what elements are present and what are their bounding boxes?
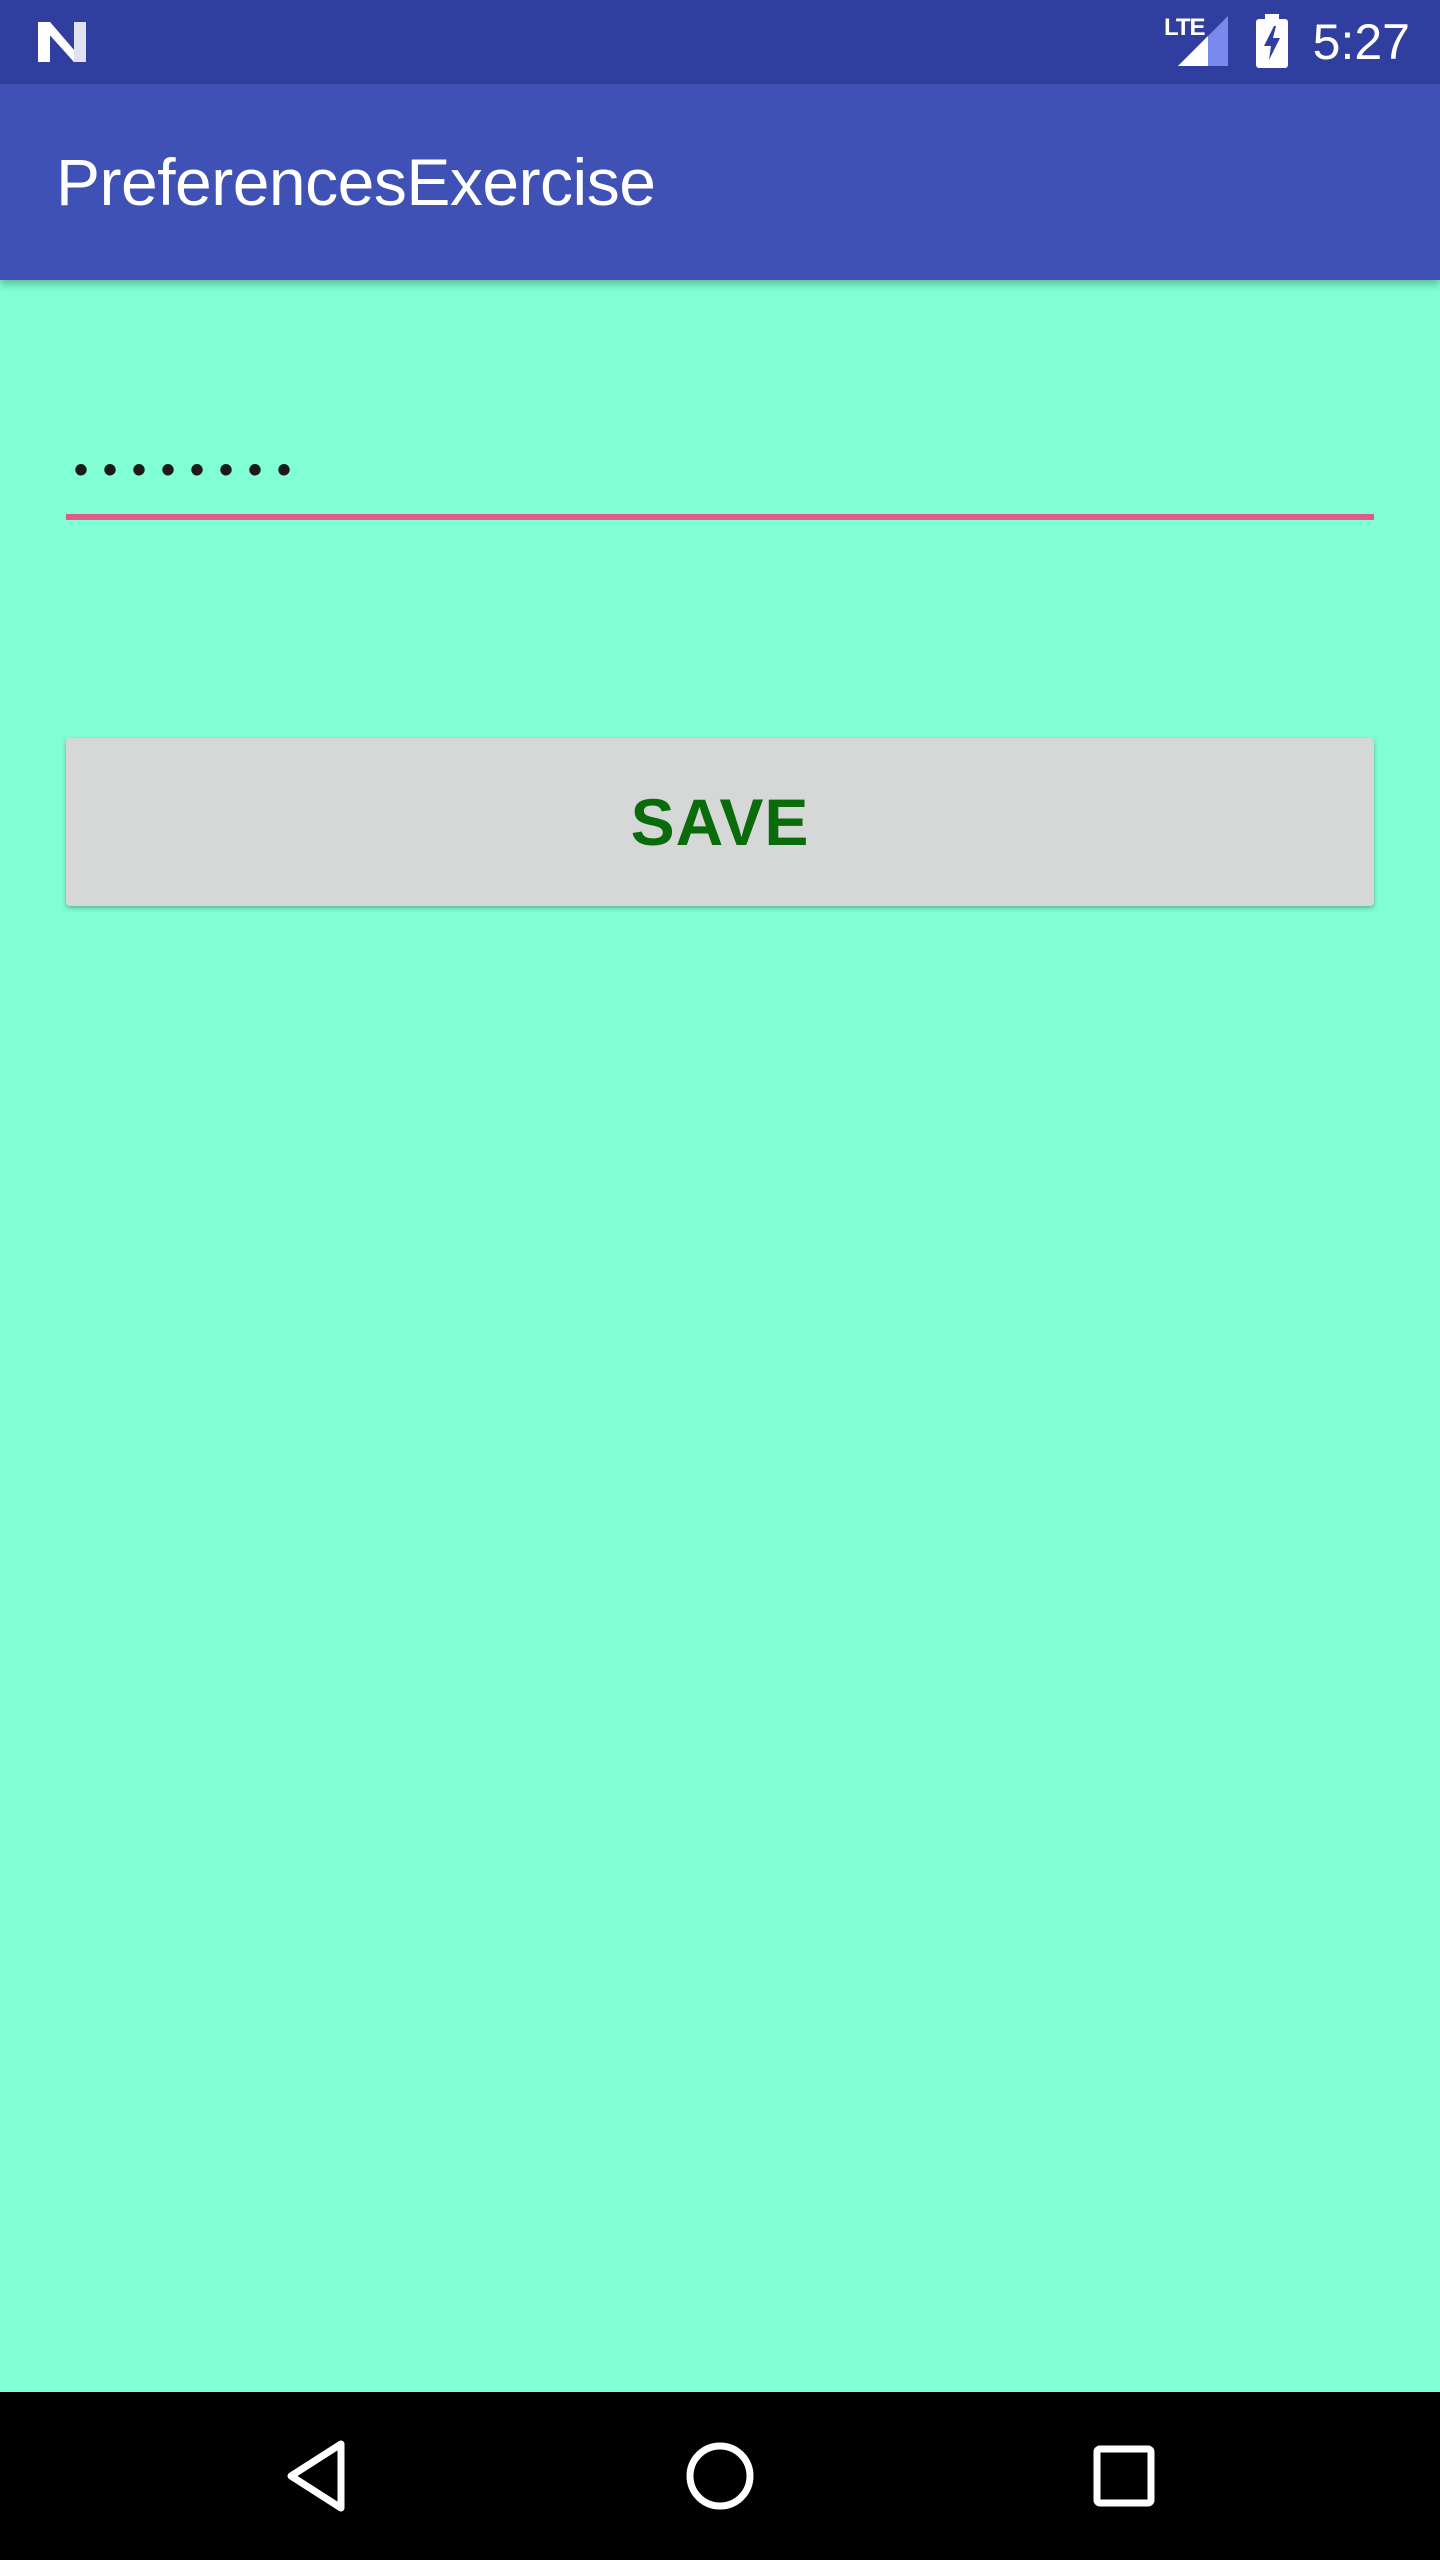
password-field[interactable]: •••••••• [66, 400, 1374, 520]
status-clock: 5:27 [1312, 14, 1410, 70]
password-value: •••••••• [74, 448, 307, 492]
battery-charging-icon [1256, 14, 1288, 68]
signal-icon [1178, 16, 1228, 66]
home-button[interactable] [670, 2426, 770, 2526]
save-button[interactable]: SAVE [66, 738, 1374, 906]
recents-button[interactable] [1074, 2426, 1174, 2526]
recents-icon [1093, 2445, 1155, 2507]
back-icon [287, 2440, 345, 2512]
app-toolbar: PreferencesExercise [0, 84, 1440, 280]
app-title: PreferencesExercise [56, 145, 656, 219]
status-bar: LTE 5:27 [0, 0, 1440, 84]
home-icon [686, 2442, 754, 2510]
password-field-underline [66, 514, 1374, 520]
android-n-icon [38, 22, 86, 62]
back-button[interactable] [266, 2426, 366, 2526]
save-button-label: SAVE [630, 785, 810, 859]
navigation-bar [0, 2392, 1440, 2560]
